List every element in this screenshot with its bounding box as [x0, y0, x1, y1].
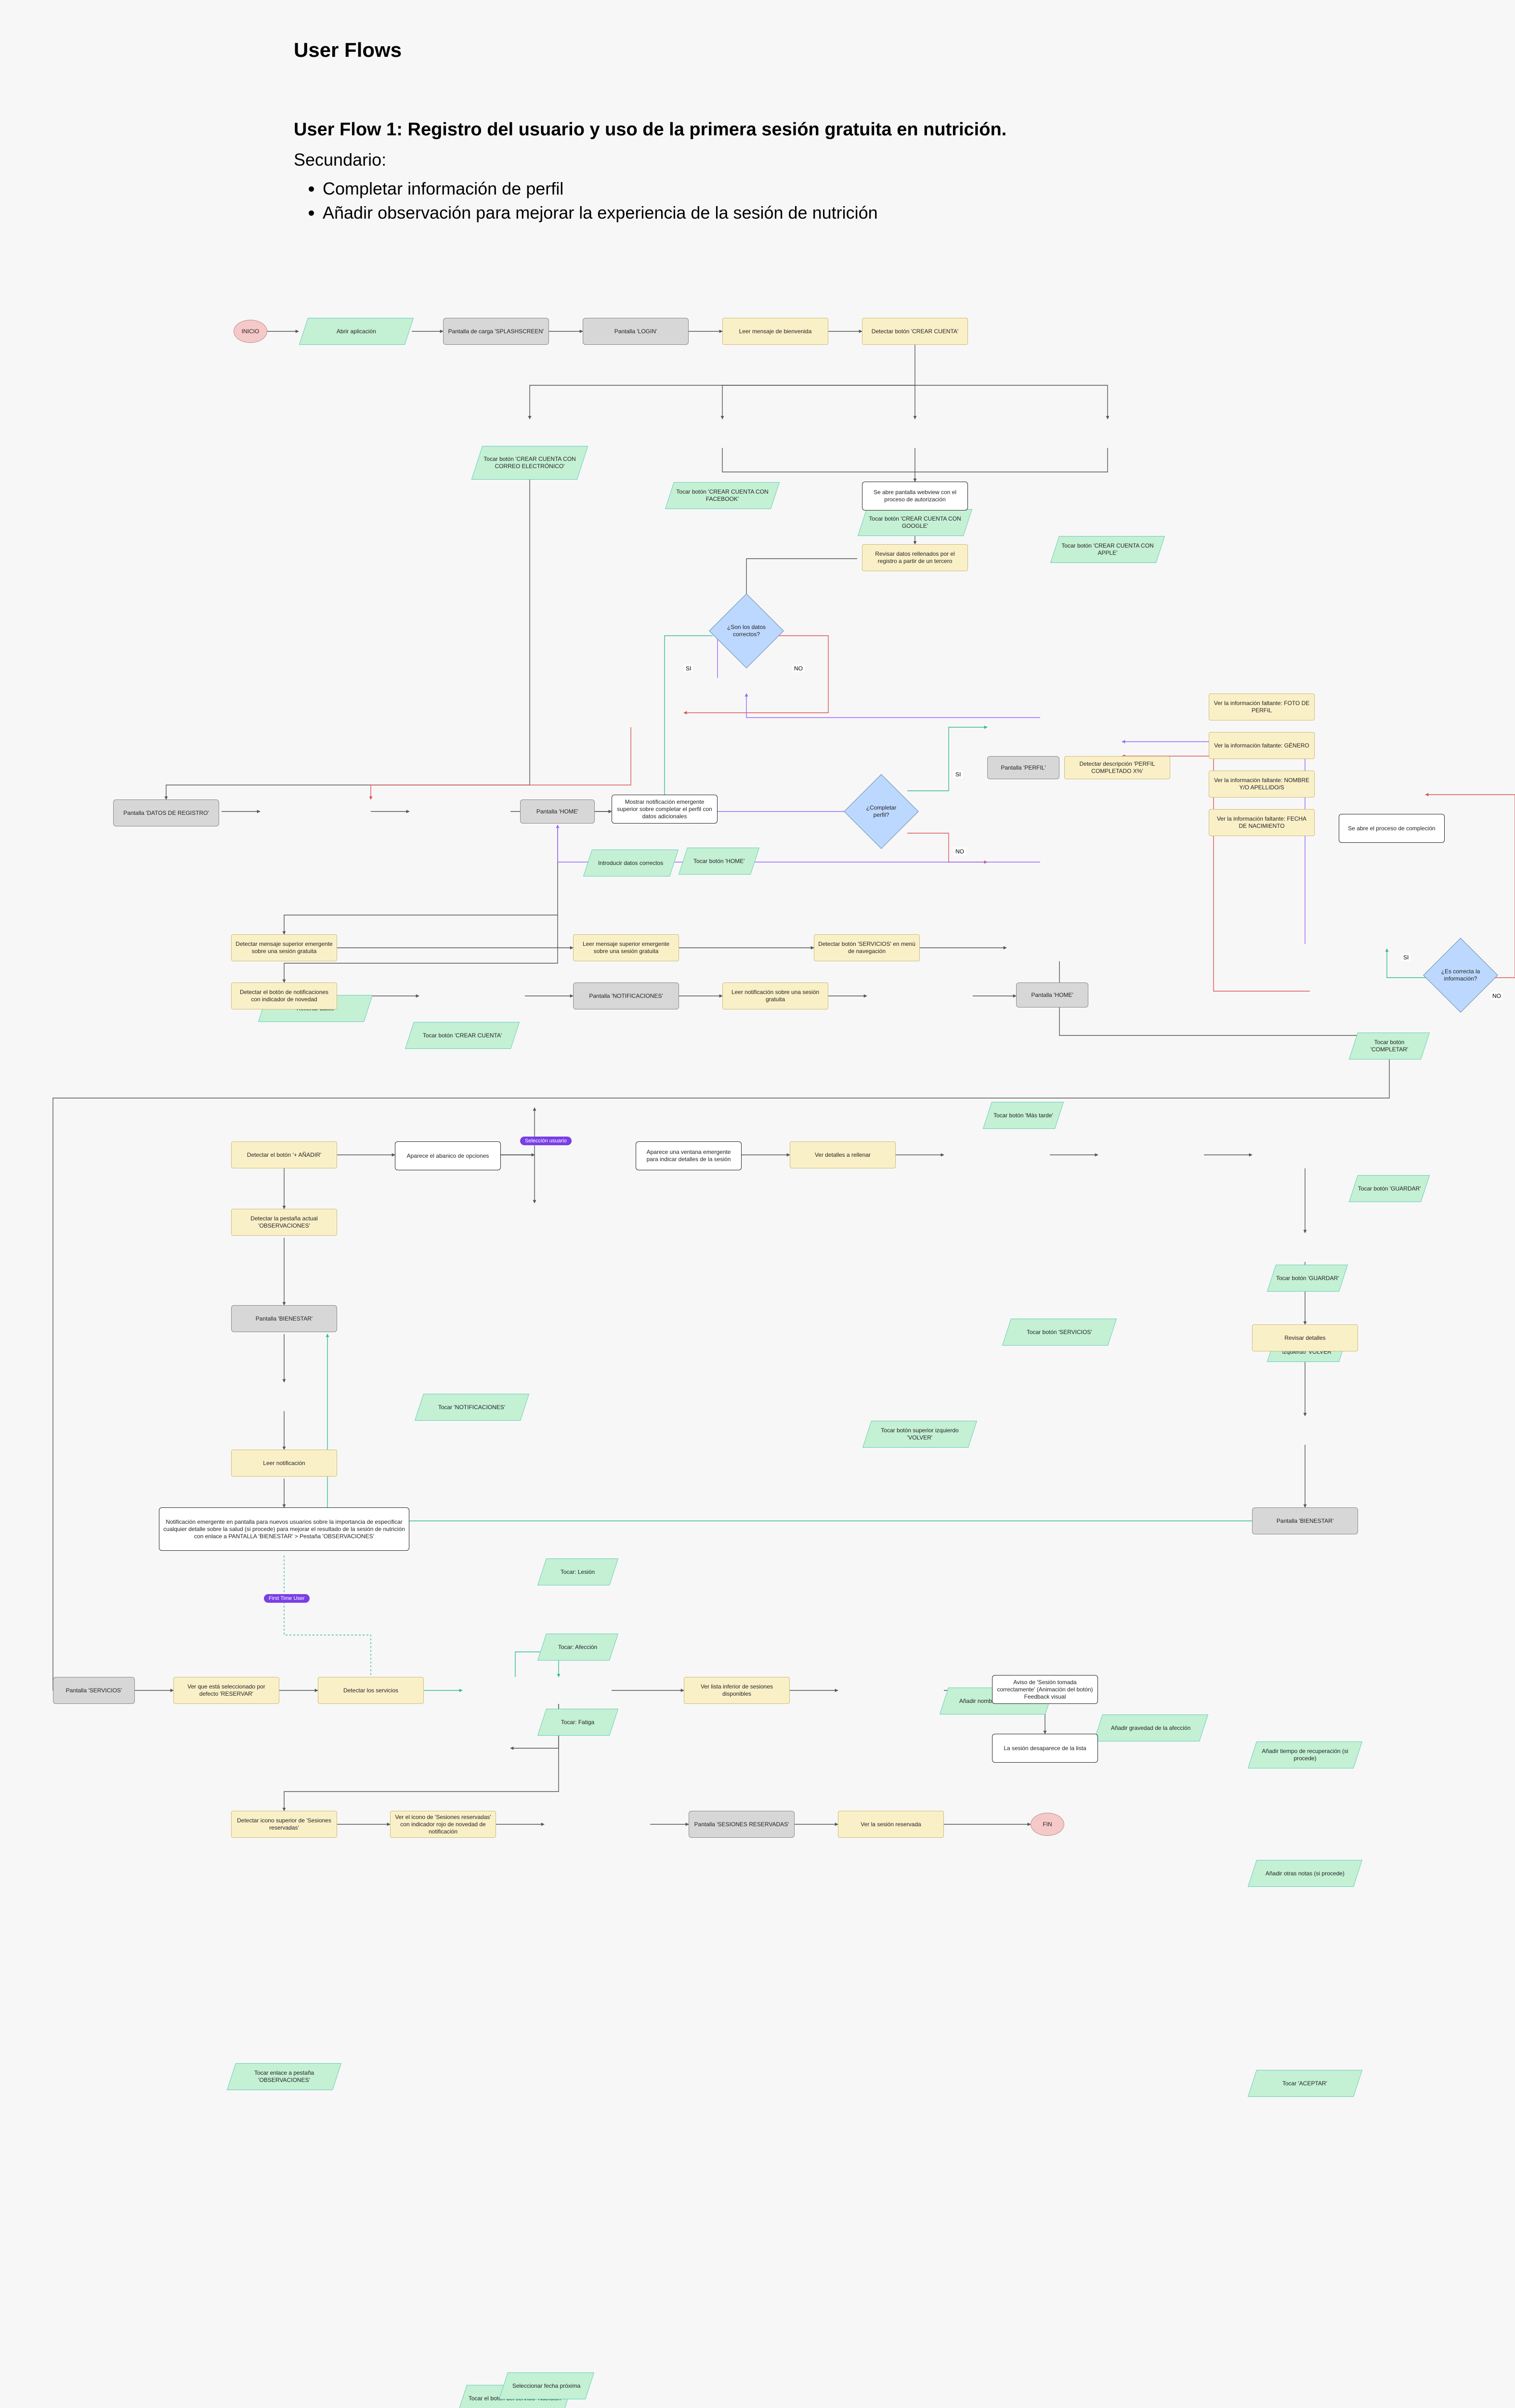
screen-bienestar2: Pantalla 'BIENESTAR' [1252, 1507, 1358, 1534]
process-long-notif: Notificación emergente en pantalla para … [159, 1507, 409, 1551]
screen-login: Pantalla 'LOGIN' [583, 318, 689, 345]
action-add-notes: Añadir otras notas (si procede) [1248, 1860, 1362, 1887]
action-detect-reserved-icon: Detectar icono superior de 'Sesiones res… [231, 1811, 337, 1838]
action-tap-create: Tocar botón 'CREAR CUENTA' [405, 1022, 520, 1049]
action-detect-tab-obs: Detectar la pestaña actual 'OBSERVACIONE… [231, 1209, 337, 1236]
label-si: SI [1401, 954, 1411, 961]
screen-bienestar: Pantalla 'BIENESTAR' [231, 1305, 337, 1332]
action-enter-correct: Introducir datos correctos [583, 850, 679, 877]
action-missing-gender: Ver la información faltante: GÉNERO [1209, 732, 1315, 759]
action-tap-affection: Tocar: Afección [537, 1634, 618, 1661]
badge-first-time-user: First Time User [264, 1594, 310, 1603]
action-view-reserved: Ver la sesión reservada [838, 1811, 944, 1838]
action-view-details: Ver detalles a rellenar [790, 1141, 896, 1168]
screen-reserved-sessions: Pantalla 'SESIONES RESERVADAS' [689, 1811, 795, 1838]
process-options-fan: Aparece el abanico de opciones [395, 1141, 501, 1170]
label-no: NO [792, 665, 805, 672]
action-create-facebook: Tocar botón 'CREAR CUENTA CON FACEBOOK' [665, 482, 780, 509]
action-create-apple: Tocar botón 'CREAR CUENTA CON APPLE' [1050, 536, 1165, 563]
process-session-taken: Aviso de 'Sesión tomada correctamente' (… [992, 1675, 1098, 1704]
process-notif-profile: Mostrar notificación emergente superior … [612, 795, 718, 824]
screen-splash: Pantalla de carga 'SPLASHSCREEN' [443, 318, 549, 345]
action-detect-profile-pct: Detectar descripción 'PERFIL COMPLETADO … [1064, 756, 1170, 779]
action-detect-msg: Detectar mensaje superior emergente sobr… [231, 934, 337, 961]
screen-home: Pantalla 'HOME' [520, 799, 595, 824]
screen-services: Pantalla 'SERVICIOS' [53, 1677, 135, 1704]
screen-profile: Pantalla 'PERFIL' [987, 756, 1059, 779]
label-no: NO [1490, 992, 1503, 1000]
action-view-sessions: Ver lista inferior de sesiones disponibl… [684, 1677, 790, 1704]
action-open-app: Abrir aplicación [299, 318, 414, 345]
action-create-google: Tocar botón 'CREAR CUENTA CON GOOGLE' [858, 509, 972, 536]
action-read-notif-session: Leer notificación sobre una sesión gratu… [722, 982, 828, 1009]
action-see-red-indicator: Ver el icono de 'Sesiones reservadas' co… [390, 1811, 496, 1838]
action-tap-lesion: Tocar: Lesión [537, 1558, 618, 1585]
action-see-reserve: Ver que está seleccionado por defecto 'R… [173, 1677, 279, 1704]
action-review-data: Revisar datos rellenados por el registro… [862, 544, 968, 571]
action-tap-home: Tocar botón 'HOME' [679, 848, 759, 875]
action-tap-notif: Tocar 'NOTIFICACIONES' [415, 1394, 529, 1421]
action-add-time: Añadir tiempo de recuperación (si proced… [1248, 1741, 1362, 1768]
action-missing-dob: Ver la información faltante: FECHA DE NA… [1209, 809, 1315, 836]
action-add-severity: Añadir gravedad de la afección [1094, 1714, 1208, 1741]
action-date-soon: Seleccionar fecha próxima [499, 2372, 594, 2399]
process-completion: Se abre el proceso de compleción [1339, 814, 1445, 843]
label-si: SI [953, 771, 963, 778]
label-no: NO [953, 848, 966, 855]
action-missing-photo: Ver la información faltante: FOTO DE PER… [1209, 694, 1315, 720]
label-si: SI [684, 665, 693, 672]
action-read-notif: Leer notificación [231, 1450, 337, 1477]
action-later: Tocar botón 'Más tarde' [983, 1102, 1064, 1129]
action-tap-obs-link: Tocar enlace a pestaña 'OBSERVACIONES' [227, 2063, 341, 2090]
action-create-email: Tocar botón 'CREAR CUENTA CON CORREO ELE… [471, 446, 588, 480]
end-node: FIN [1031, 1813, 1064, 1836]
action-missing-name: Ver la información faltante: NOMBRE Y/O … [1209, 771, 1315, 798]
action-save: Tocar botón 'GUARDAR' [1267, 1265, 1348, 1292]
action-complete: Tocar botón 'COMPLETAR' [1349, 1033, 1430, 1060]
screen-registration-data: Pantalla 'DATOS DE REGISTRO' [113, 799, 219, 826]
action-detect-services2: Detectar los servicios [318, 1677, 424, 1704]
action-tap-fatigue: Tocar: Fatiga [537, 1709, 618, 1736]
start-node: INICIO [234, 320, 267, 343]
action-detect-services: Detectar botón 'SERVICIOS' en menú de na… [814, 934, 920, 961]
screen-home2: Pantalla 'HOME' [1016, 982, 1088, 1008]
process-webview: Se abre pantalla webview con el proceso … [862, 482, 968, 510]
screen-notifications: Pantalla 'NOTIFICACIONES' [573, 982, 679, 1009]
flow-connectors [0, 0, 1515, 1836]
action-detect-create: Detectar botón 'CREAR CUENTA' [862, 318, 968, 345]
process-session-disappears: La sesión desaparece de la lista [992, 1734, 1098, 1763]
action-detect-add: Detectar el botón '+ AÑADIR' [231, 1141, 337, 1168]
process-popup-details: Aparece una ventana emergente para indic… [636, 1141, 742, 1170]
action-review-details: Revisar detalles [1252, 1324, 1358, 1351]
badge-user-selection: Selección usuario [520, 1137, 572, 1145]
action-tap-accept: Tocar 'ACEPTAR' [1248, 2070, 1362, 2097]
action-tap-back: Tocar botón superior izquierdo 'VOLVER' [862, 1421, 977, 1448]
action-save-top: Tocar botón 'GUARDAR' [1349, 1175, 1430, 1202]
action-read-welcome: Leer mensaje de bienvenida [722, 318, 828, 345]
action-tap-services: Tocar botón 'SERVICIOS' [1002, 1319, 1117, 1346]
action-detect-notif-ind: Detectar el botón de notificaciones con … [231, 982, 337, 1009]
action-read-msg: Leer mensaje superior emergente sobre un… [573, 934, 679, 961]
